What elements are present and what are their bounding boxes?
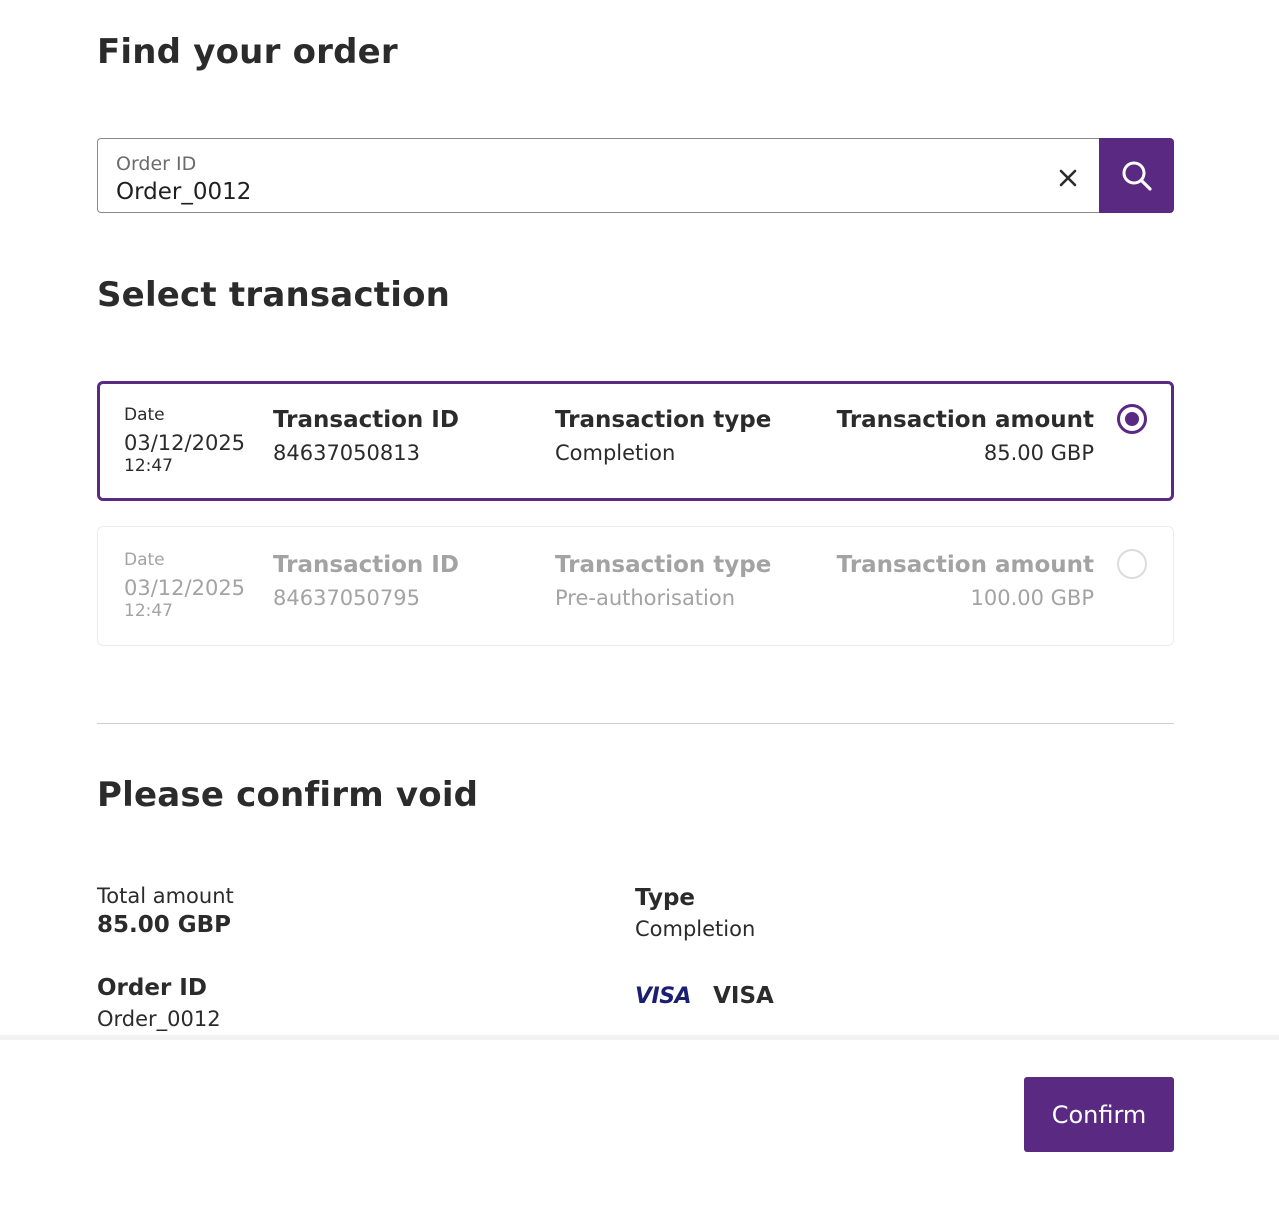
transaction-id: Transaction ID 84637050795 bbox=[273, 552, 459, 610]
order-id-summary-value: Order_0012 bbox=[97, 1007, 221, 1031]
order-id-label: Order ID bbox=[116, 153, 197, 175]
confirm-void-heading: Please confirm void bbox=[97, 775, 479, 815]
order-search: Order ID bbox=[97, 138, 1174, 213]
transaction-amount-label: Transaction amount bbox=[836, 552, 1094, 578]
transaction-type: Transaction type Completion bbox=[555, 407, 771, 465]
type-summary-label: Type bbox=[635, 885, 696, 911]
section-divider bbox=[97, 723, 1174, 724]
transaction-amount: Transaction amount 85.00 GBP bbox=[837, 407, 1094, 465]
close-icon bbox=[1059, 169, 1077, 187]
transaction-id-value: 84637050813 bbox=[273, 441, 420, 465]
order-id-field[interactable]: Order ID bbox=[97, 138, 1100, 213]
transaction-date: Date 03/12/2025 12:47 bbox=[124, 550, 245, 621]
time-value: 12:47 bbox=[124, 456, 173, 476]
card-brand: VISA VISA bbox=[635, 983, 774, 1009]
transaction-type-label: Transaction type bbox=[555, 407, 772, 433]
total-amount: Total amount 85.00 GBP bbox=[97, 884, 234, 938]
transaction-id-label: Transaction ID bbox=[273, 407, 459, 433]
order-id-summary-label: Order ID bbox=[97, 975, 207, 1001]
transaction-card-selected[interactable]: Date 03/12/2025 12:47 Transaction ID 846… bbox=[97, 381, 1174, 501]
transaction-amount: Transaction amount 100.00 GBP bbox=[837, 552, 1094, 610]
transaction-date: Date 03/12/2025 12:47 bbox=[124, 405, 245, 476]
order-id-input[interactable] bbox=[116, 179, 1016, 205]
select-transaction-heading: Select transaction bbox=[97, 275, 451, 315]
transaction-type-label: Transaction type bbox=[555, 552, 772, 578]
confirm-button[interactable]: Confirm bbox=[1024, 1077, 1174, 1152]
total-amount-label: Total amount bbox=[97, 884, 234, 908]
visa-logo-icon: VISA bbox=[635, 983, 692, 1009]
transaction-radio[interactable] bbox=[1117, 549, 1147, 579]
transaction-amount-value: 85.00 GBP bbox=[983, 441, 1094, 465]
transaction-card[interactable]: Date 03/12/2025 12:47 Transaction ID 846… bbox=[97, 526, 1174, 646]
type-summary-value: Completion bbox=[635, 917, 756, 941]
transaction-amount-value: 100.00 GBP bbox=[970, 586, 1095, 610]
date-label: Date bbox=[124, 405, 165, 425]
time-value: 12:47 bbox=[124, 601, 173, 621]
transaction-type: Transaction type Pre-authorisation bbox=[555, 552, 771, 610]
transaction-amount-label: Transaction amount bbox=[836, 407, 1094, 433]
transaction-type-value: Pre-authorisation bbox=[555, 586, 736, 610]
search-icon bbox=[1122, 161, 1152, 191]
card-brand-name: VISA bbox=[713, 983, 774, 1009]
clear-search-button[interactable] bbox=[1053, 163, 1083, 193]
transaction-id-value: 84637050795 bbox=[273, 586, 420, 610]
transaction-type-value: Completion bbox=[555, 441, 676, 465]
transaction-radio-selected[interactable] bbox=[1117, 404, 1147, 434]
transaction-id-label: Transaction ID bbox=[273, 552, 459, 578]
date-value: 03/12/2025 bbox=[124, 576, 246, 600]
date-label: Date bbox=[124, 550, 165, 570]
date-value: 03/12/2025 bbox=[124, 431, 246, 455]
find-order-heading: Find your order bbox=[97, 32, 398, 72]
transaction-id: Transaction ID 84637050813 bbox=[273, 407, 459, 465]
search-button[interactable] bbox=[1099, 138, 1174, 213]
type-summary: Type Completion bbox=[635, 885, 755, 941]
order-id-summary: Order ID Order_0012 bbox=[97, 975, 221, 1031]
total-amount-value: 85.00 GBP bbox=[97, 912, 232, 938]
